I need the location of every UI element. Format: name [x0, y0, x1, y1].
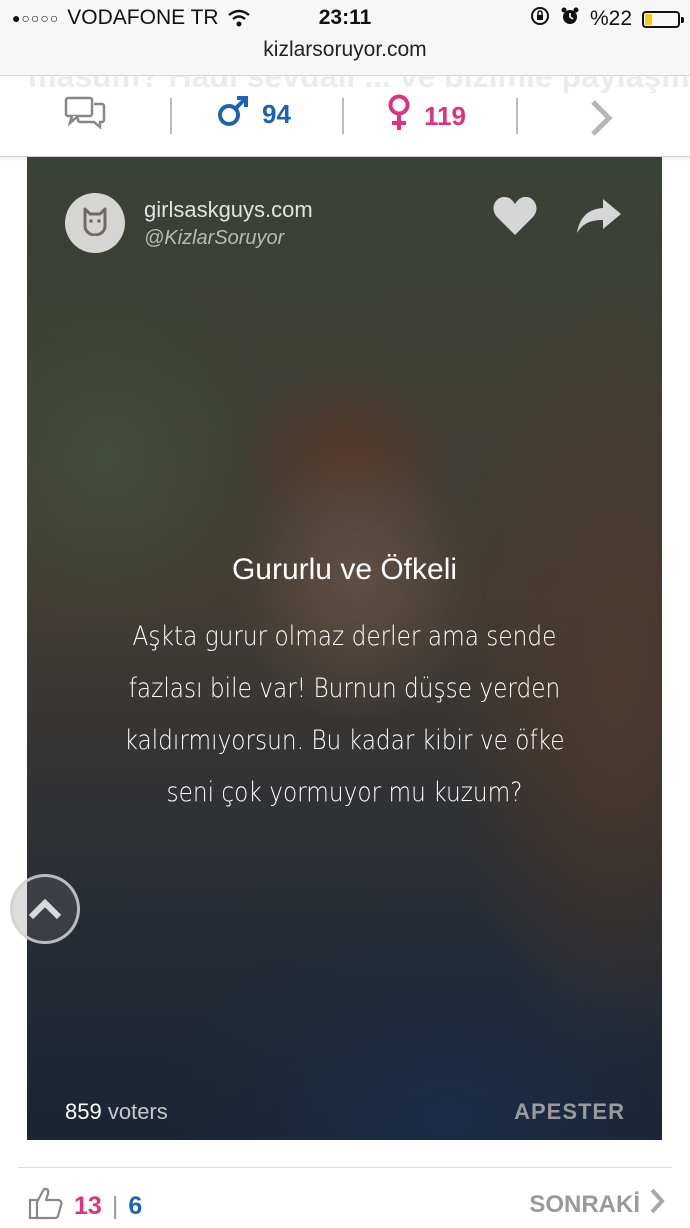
female-stat: 119 [386, 94, 466, 139]
voter-count: 859 voters [65, 1099, 168, 1125]
count-separator: | [111, 1192, 119, 1220]
next-question-button[interactable] [588, 98, 614, 145]
rotation-lock-icon [530, 6, 550, 32]
dislike-count: 6 [128, 1192, 143, 1220]
next-label: SONRAKİ [529, 1190, 640, 1218]
battery-icon [642, 10, 684, 28]
separator [516, 98, 518, 134]
quiz-result-card: girlsaskguys.com @KizlarSoruyor Gururlu … [27, 157, 662, 1140]
battery-level [645, 13, 652, 25]
male-icon [216, 94, 250, 135]
thumbs-up-icon[interactable] [28, 1185, 64, 1228]
alarm-icon [560, 6, 580, 32]
apester-logo[interactable]: APESTER [514, 1099, 625, 1125]
separator [342, 98, 344, 134]
result-title: Gururlu ve Öfkeli [231, 553, 458, 586]
brand-handle: @KizlarSoruyor [144, 227, 285, 249]
voters-label: voters [107, 1099, 168, 1124]
share-button[interactable] [575, 197, 623, 240]
comments-button[interactable] [64, 96, 106, 137]
next-button[interactable]: SONRAKİ [529, 1187, 666, 1222]
like-count: 13 [74, 1192, 102, 1220]
status-bar: ●○○○○ VODAFONE TR 23:11 %22 kizlarsoruyo… [0, 0, 690, 76]
result-description: Aşkta gurur olmaz derler ama sende fazla… [124, 621, 565, 808]
heart-icon [492, 196, 538, 241]
share-arrow-icon [575, 199, 623, 239]
question-header: masum? Hadi sevdalı ... ve bizimle payla… [0, 76, 690, 157]
brand-logo[interactable] [65, 193, 125, 253]
male-count: 94 [262, 99, 291, 129]
scroll-to-top-button[interactable] [10, 874, 80, 944]
brand-name: girlsaskguys.com [144, 197, 313, 222]
like-heart-button[interactable] [492, 195, 538, 242]
mascot-icon [80, 206, 110, 241]
female-count: 119 [424, 101, 466, 131]
status-right: %22 [530, 6, 684, 32]
battery-percent: %22 [589, 7, 632, 30]
voter-number: 859 [65, 1099, 102, 1124]
answer-actions-bar: 13 | 6 SONRAKİ [0, 1185, 690, 1227]
address-bar[interactable]: kizlarsoruyor.com [0, 38, 690, 62]
like-group[interactable]: 13 | 6 [28, 1185, 142, 1228]
chevron-right-icon [588, 98, 614, 145]
separator [170, 98, 172, 134]
male-stat: 94 [216, 94, 291, 135]
divider [18, 1167, 672, 1168]
female-icon [386, 94, 412, 139]
gender-stats: 94 119 [0, 76, 690, 156]
comments-icon [64, 96, 106, 137]
chevron-right-icon [648, 1187, 666, 1222]
